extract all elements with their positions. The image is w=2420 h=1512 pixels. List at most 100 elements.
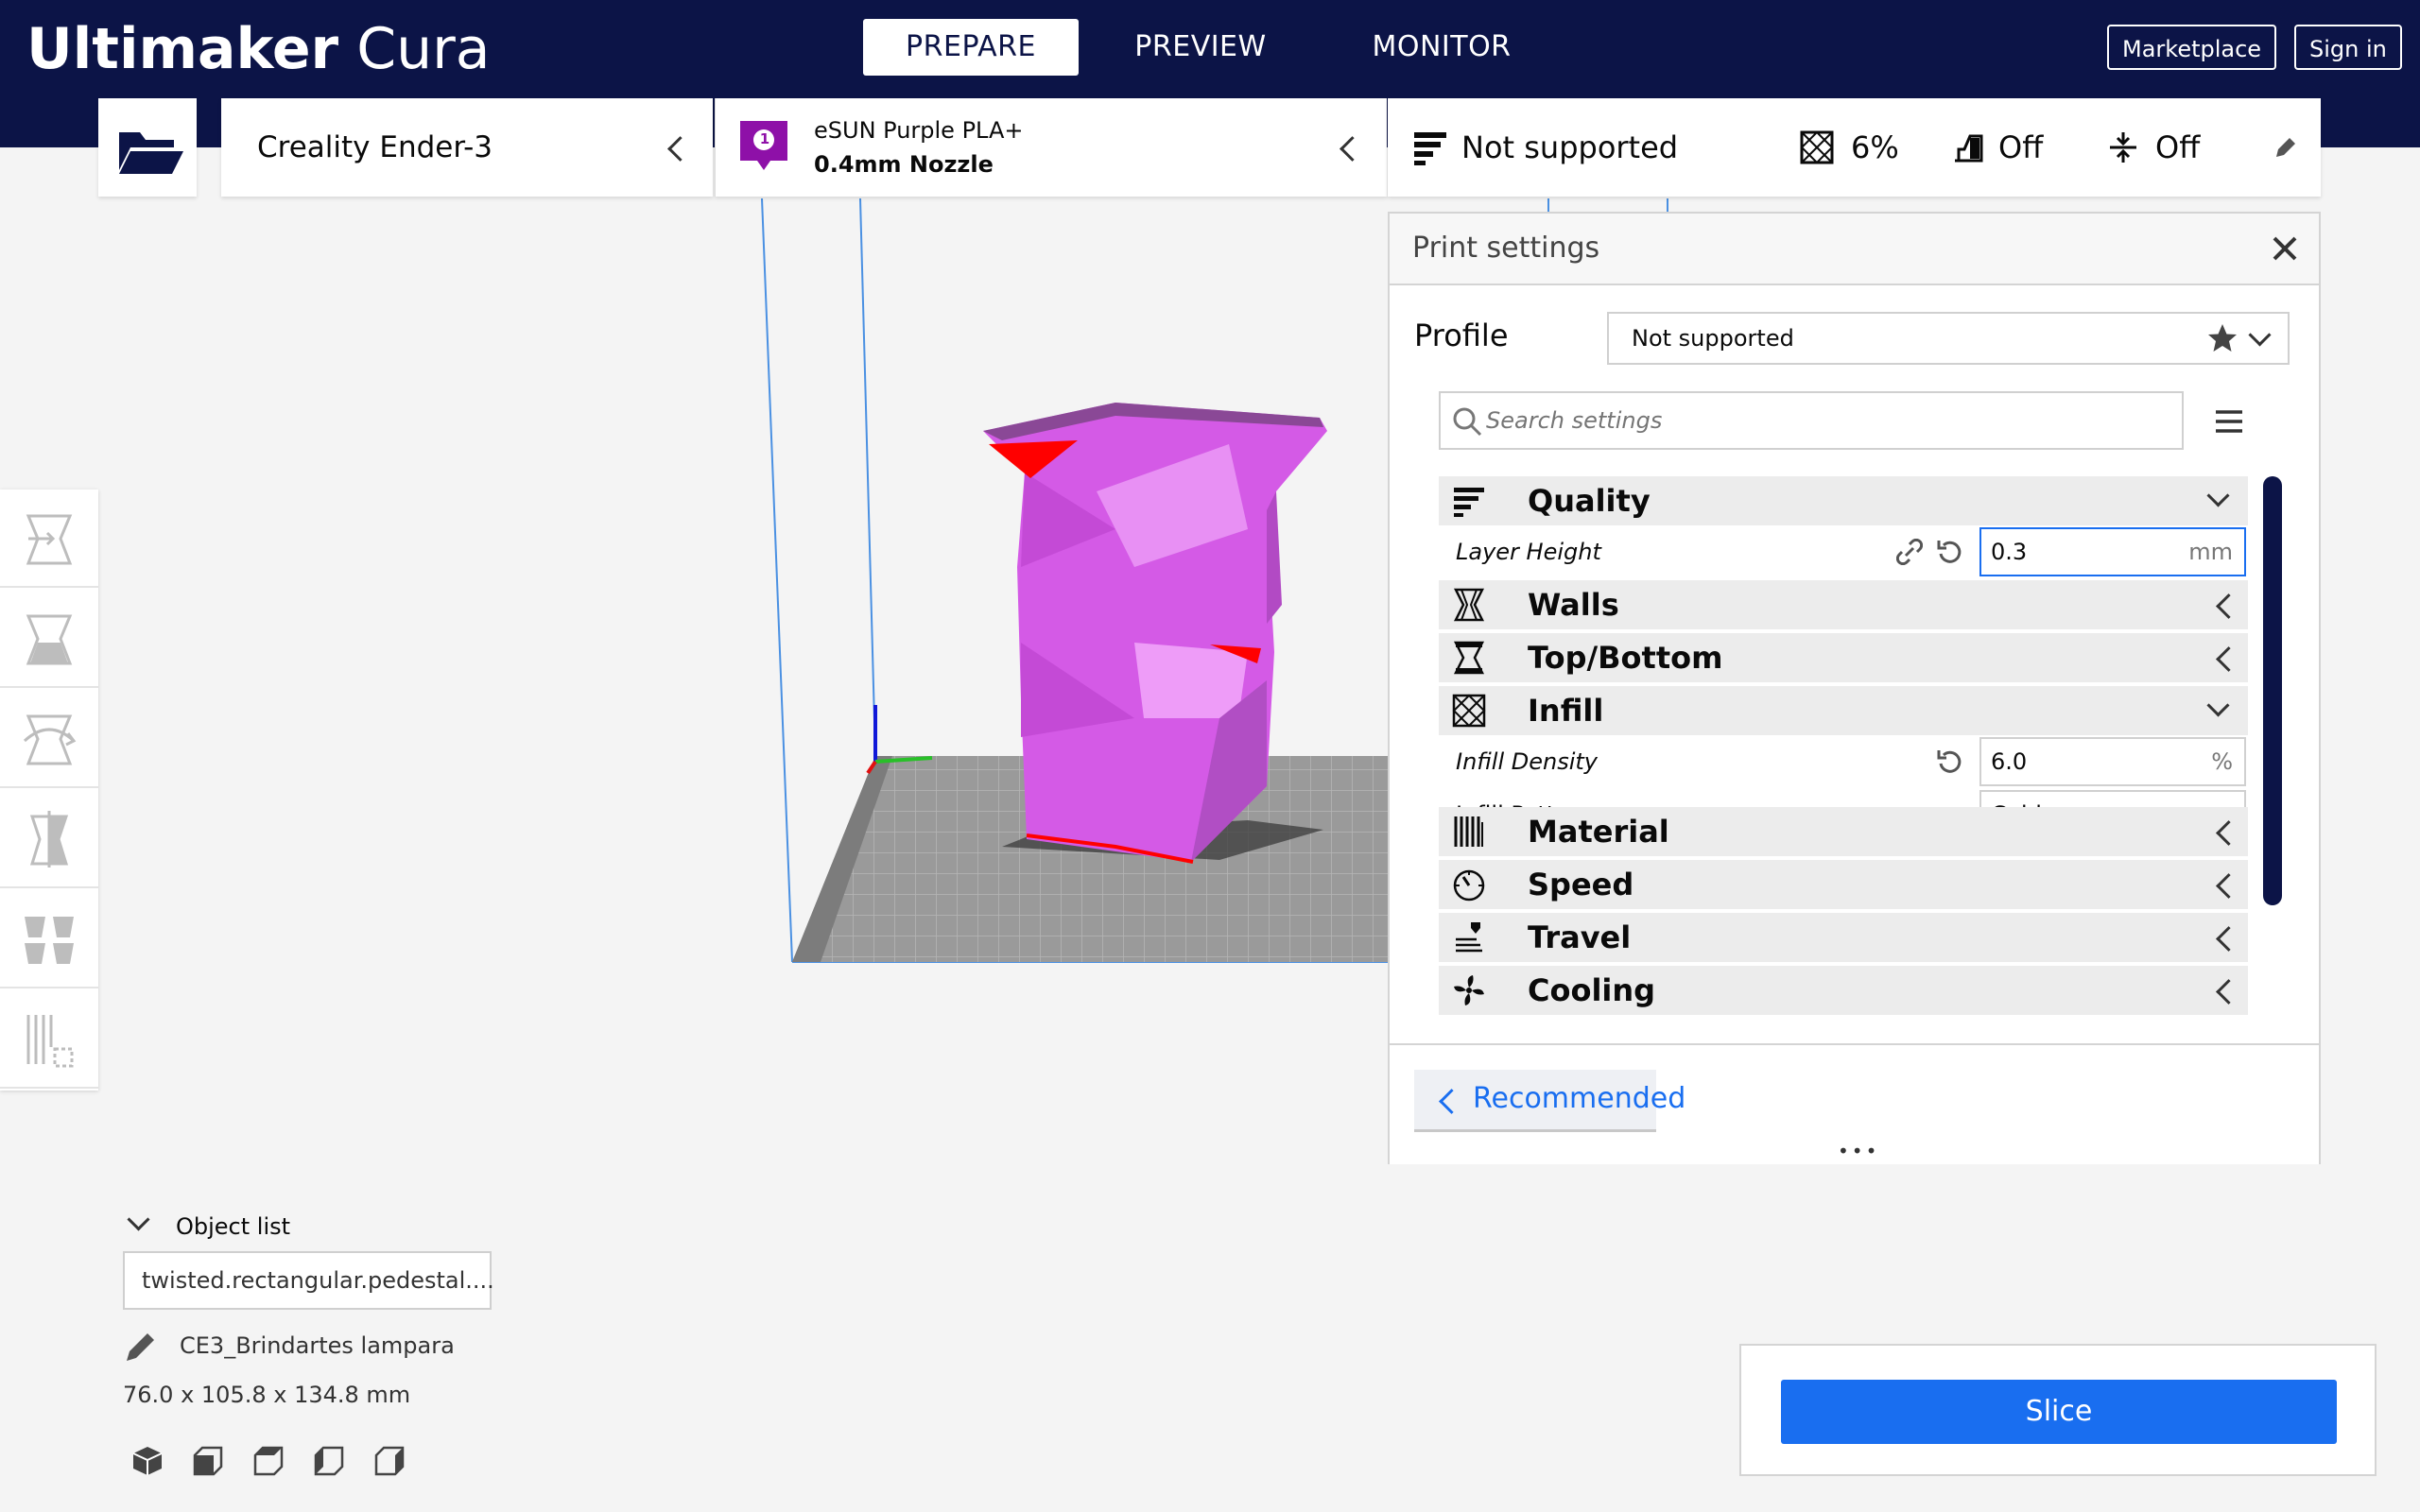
open-file-button[interactable] (98, 98, 197, 197)
walls-icon (1453, 588, 1485, 622)
category-label: Infill (1528, 693, 1604, 729)
category-label: Top/Bottom (1528, 640, 1723, 676)
per-model-settings-button[interactable] (0, 890, 98, 988)
profile-dropdown[interactable]: Not supported (1607, 312, 2290, 365)
object-list-title[interactable]: Object list (176, 1213, 290, 1240)
search-icon (1453, 407, 1482, 437)
chevron-left-icon (2216, 979, 2241, 1005)
pencil-icon[interactable] (123, 1331, 157, 1365)
build-volume-edge (761, 198, 793, 963)
extruder-number: 1 (759, 130, 770, 147)
support-blocker-icon (26, 1015, 74, 1068)
category-label: Cooling (1528, 972, 1656, 1008)
infill-icon (1452, 694, 1486, 728)
category-infill[interactable]: Infill (1439, 686, 2248, 735)
material-selector[interactable]: 1 eSUN Purple PLA+ 0.4mm Nozzle (715, 98, 1387, 197)
category-label: Quality (1528, 483, 1651, 519)
sign-in-button[interactable]: Sign in (2294, 25, 2402, 70)
marketplace-button[interactable]: Marketplace (2107, 25, 2277, 70)
app-logo: Ultimaker Cura (26, 16, 491, 82)
slice-button[interactable]: Slice (1781, 1380, 2337, 1444)
pencil-icon[interactable] (2273, 134, 2299, 161)
material-icon (1454, 816, 1483, 847)
category-speed[interactable]: Speed (1439, 860, 2248, 909)
printer-selector[interactable]: Creality Ender-3 (221, 98, 713, 197)
infill-icon (1800, 130, 1834, 164)
folder-open-icon (119, 132, 183, 174)
support-icon (1955, 134, 1983, 163)
infill-density-value: 6.0 (1991, 748, 2028, 775)
scale-tool-button[interactable] (0, 590, 98, 688)
print-settings-panel: Print settings Profile Not supported Sea… (1388, 212, 2321, 1164)
star-icon[interactable] (2206, 322, 2238, 354)
chevron-left-icon (2216, 873, 2241, 899)
right-view-icon[interactable] (372, 1444, 406, 1478)
category-label: Speed (1528, 867, 1634, 902)
chevron-down-icon (2206, 694, 2230, 717)
chevron-left-icon (2216, 646, 2241, 672)
object-list-item[interactable]: twisted.rectangular.pedestal.... (123, 1251, 494, 1310)
support-blocker-button[interactable] (0, 990, 98, 1089)
settings-scrollbar[interactable] (2263, 476, 2282, 905)
tab-monitor[interactable]: MONITOR (1338, 19, 1546, 76)
object-name: twisted.rectangular.pedestal.... (142, 1267, 494, 1294)
build-volume-edge (859, 198, 876, 757)
chevron-left-icon (2216, 926, 2241, 952)
infill-density-input[interactable]: 6.0 % (1979, 737, 2246, 786)
settings-visibility-menu-icon[interactable] (2214, 408, 2244, 437)
resize-handle[interactable]: ••• (1838, 1142, 1879, 1160)
tab-preview[interactable]: PREVIEW (1097, 19, 1305, 76)
unit-label: % (2211, 748, 2233, 775)
move-icon (26, 514, 73, 565)
left-view-icon[interactable] (312, 1444, 346, 1478)
3d-view-icon[interactable] (130, 1444, 164, 1478)
category-walls[interactable]: Walls (1439, 580, 2248, 629)
search-settings-field[interactable] (1439, 391, 2184, 450)
profile-label: Profile (1414, 318, 1509, 353)
setting-label: Infill Density (1456, 748, 1598, 775)
chevron-down-icon (2248, 323, 2272, 347)
category-cooling[interactable]: Cooling (1439, 966, 2248, 1015)
layer-height-input[interactable]: 0.3 mm (1979, 527, 2246, 576)
category-travel[interactable]: Travel (1439, 913, 2248, 962)
panel-title: Print settings (1412, 232, 1600, 265)
chevron-left-icon (1439, 1089, 1464, 1114)
nozzle-size: 0.4mm Nozzle (814, 151, 994, 178)
chevron-down-icon (2206, 484, 2230, 507)
mirror-tool-button[interactable] (0, 790, 98, 888)
chevron-left-icon (1340, 136, 1365, 162)
rotate-tool-button[interactable] (0, 690, 98, 788)
category-material[interactable]: Material (1439, 807, 2248, 856)
recommended-button[interactable]: Recommended (1414, 1070, 1685, 1132)
setting-label: Layer Height (1456, 539, 1601, 565)
print-settings-summary[interactable]: Not supported 6% Off Off (1388, 98, 2321, 197)
object-dimensions: 76.0 x 105.8 x 134.8 mm (123, 1382, 411, 1408)
chevron-left-icon (2216, 593, 2241, 619)
support-summary: Off (1998, 129, 2044, 165)
adhesion-summary: Off (2155, 129, 2201, 165)
category-quality[interactable]: Quality (1439, 476, 2248, 525)
close-icon[interactable] (2271, 234, 2299, 263)
scale-icon (26, 614, 73, 665)
tab-prepare[interactable]: PREPARE (863, 19, 1079, 76)
quality-profile-icon (1414, 132, 1446, 165)
mirror-icon (29, 811, 69, 868)
rotate-icon (23, 714, 77, 765)
link-icon[interactable] (1896, 539, 1923, 565)
top-bottom-icon (1453, 641, 1485, 675)
material-name: eSUN Purple PLA+ (814, 117, 1024, 144)
category-top-bottom[interactable]: Top/Bottom (1439, 633, 2248, 682)
top-view-icon[interactable] (251, 1444, 285, 1478)
unit-label: mm (2188, 539, 2233, 565)
category-label: Walls (1528, 587, 1619, 623)
printer-name: Creality Ender-3 (257, 130, 493, 164)
cooling-fan-icon (1454, 975, 1484, 1005)
search-input[interactable] (1484, 401, 2169, 440)
reset-icon[interactable] (1936, 538, 1964, 566)
recommended-label: Recommended (1473, 1082, 1686, 1115)
reset-icon[interactable] (1936, 747, 1964, 776)
front-view-icon[interactable] (191, 1444, 225, 1478)
per-model-settings-icon (25, 917, 74, 964)
move-tool-button[interactable] (0, 490, 98, 588)
infill-summary: 6% (1851, 129, 1899, 165)
